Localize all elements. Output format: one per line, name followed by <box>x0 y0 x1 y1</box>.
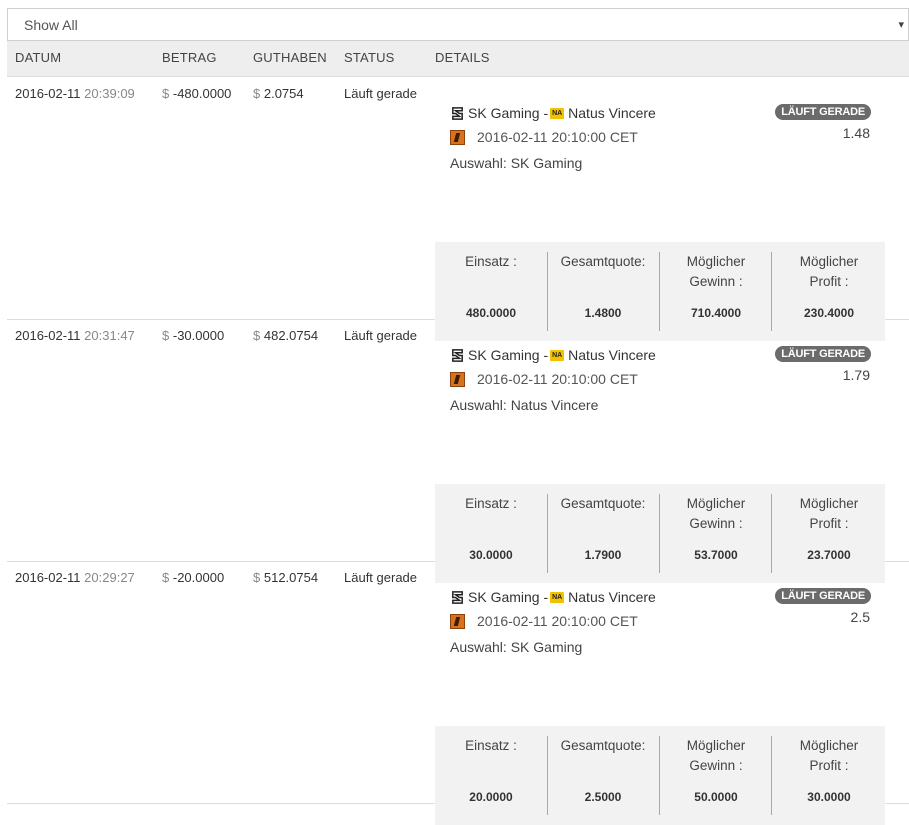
stat-label: Möglicher Profit : <box>799 254 859 289</box>
stat-profit: Möglicher Profit : 23.7000 <box>773 494 885 562</box>
bet-stats: Einsatz : 20.0000 Gesamtquote: 2.5000 Mö… <box>435 726 885 825</box>
row-balance: $ 2.0754 <box>253 86 304 101</box>
match-title[interactable]: SK Gaming - NA Natus Vincere <box>450 589 656 605</box>
sk-gaming-logo-icon <box>452 590 463 604</box>
bet-odds: 2.5 <box>850 609 870 625</box>
stat-label: Gesamtquote: <box>560 738 646 753</box>
status-badge: LÄUFT GERADE <box>775 588 871 604</box>
match-title[interactable]: SK Gaming - NA Natus Vincere <box>450 347 656 363</box>
stat-profit: Möglicher Profit : 30.0000 <box>773 736 885 804</box>
stat-label: Möglicher Gewinn : <box>686 496 746 531</box>
bet-odds: 1.48 <box>842 125 870 141</box>
bet-selection: Auswahl: SK Gaming <box>450 155 583 171</box>
filter-select-value: Show All <box>24 17 78 33</box>
stat-label: Gesamtquote: <box>560 254 646 269</box>
stat-label: Möglicher Profit : <box>799 496 859 531</box>
stat-value: 23.7000 <box>807 548 851 562</box>
match-start-time: 2016-02-11 20:10:00 CET <box>450 613 638 629</box>
stat-label: Möglicher Gewinn : <box>686 738 746 773</box>
row-amount: $ -20.0000 <box>162 570 225 585</box>
divider <box>771 736 772 815</box>
column-header-betrag[interactable]: BETRAG <box>162 50 217 65</box>
counter-strike-icon <box>450 371 465 387</box>
row-status: Läuft gerade <box>344 86 418 101</box>
bet-selection: Auswahl: SK Gaming <box>450 639 583 655</box>
stat-label: Möglicher Profit : <box>799 738 859 773</box>
row-balance: $ 512.0754 <box>253 570 319 585</box>
stat-gewinn: Möglicher Gewinn : 50.0000 <box>660 736 772 804</box>
stat-einsatz: Einsatz : 20.0000 <box>435 736 547 804</box>
navi-logo-icon: NA <box>550 349 565 361</box>
stat-einsatz: Einsatz : 480.0000 <box>435 252 547 320</box>
match-start-time: 2016-02-11 20:10:00 CET <box>450 129 638 145</box>
bet-odds: 1.79 <box>842 367 870 383</box>
table-header: DATUM BETRAG GUTHABEN STATUS DETAILS <box>7 41 909 77</box>
sk-gaming-logo-icon <box>452 106 463 120</box>
column-header-guthaben[interactable]: GUTHABEN <box>253 50 327 65</box>
stat-value: 53.7000 <box>694 548 738 562</box>
column-header-datum[interactable]: DATUM <box>15 50 61 65</box>
stat-label: Einsatz : <box>465 738 517 753</box>
stat-gesamtquote: Gesamtquote: 1.7900 <box>547 494 659 562</box>
stat-gewinn: Möglicher Gewinn : 710.4000 <box>660 252 772 320</box>
navi-logo-icon: NA <box>550 107 565 119</box>
stat-label: Gesamtquote: <box>560 496 646 511</box>
stat-value: 710.4000 <box>690 306 742 320</box>
column-header-details: DETAILS <box>435 50 490 65</box>
status-badge: LÄUFT GERADE <box>775 346 871 362</box>
navi-logo-icon: NA <box>550 591 565 603</box>
row-date: 2016-02-11 20:31:47 <box>15 328 135 343</box>
stat-label: Einsatz : <box>465 254 517 269</box>
stat-gesamtquote: Gesamtquote: 2.5000 <box>547 736 659 804</box>
bet-selection: Auswahl: Natus Vincere <box>450 397 599 413</box>
table-row: 2016-02-11 20:39:09 $ -480.0000 $ 2.0754… <box>7 77 909 341</box>
row-date: 2016-02-11 20:39:09 <box>15 86 135 101</box>
stat-einsatz: Einsatz : 30.0000 <box>435 494 547 562</box>
row-amount: $ -30.0000 <box>162 328 225 343</box>
table-row: 2016-02-11 20:29:27 $ -20.0000 $ 512.075… <box>7 561 909 825</box>
counter-strike-icon <box>450 129 465 145</box>
stat-profit: Möglicher Profit : 230.4000 <box>773 252 885 320</box>
stat-value: 1.7900 <box>584 548 622 562</box>
chevron-down-icon: ▾ <box>898 19 904 31</box>
stat-value: 1.4800 <box>584 306 622 320</box>
stat-value: 30.0000 <box>469 548 513 562</box>
filter-select[interactable]: Show All ▾ <box>7 8 909 41</box>
row-status: Läuft gerade <box>344 328 418 343</box>
sk-gaming-logo-icon <box>452 348 463 362</box>
table-row: 2016-02-11 20:31:47 $ -30.0000 $ 482.075… <box>7 319 909 583</box>
row-amount: $ -480.0000 <box>162 86 232 101</box>
stat-value: 480.0000 <box>465 306 517 320</box>
status-badge: LÄUFT GERADE <box>775 104 871 120</box>
stat-gesamtquote: Gesamtquote: 1.4800 <box>547 252 659 320</box>
stat-label: Einsatz : <box>465 496 517 511</box>
match-title[interactable]: SK Gaming - NA Natus Vincere <box>450 105 656 121</box>
stat-value: 230.4000 <box>803 306 855 320</box>
row-date: 2016-02-11 20:29:27 <box>15 570 135 585</box>
stat-gewinn: Möglicher Gewinn : 53.7000 <box>660 494 772 562</box>
row-status: Läuft gerade <box>344 570 418 585</box>
row-balance: $ 482.0754 <box>253 328 319 343</box>
match-start-time: 2016-02-11 20:10:00 CET <box>450 371 638 387</box>
counter-strike-icon <box>450 613 465 629</box>
stat-label: Möglicher Gewinn : <box>686 254 746 289</box>
column-header-status[interactable]: STATUS <box>344 50 395 65</box>
